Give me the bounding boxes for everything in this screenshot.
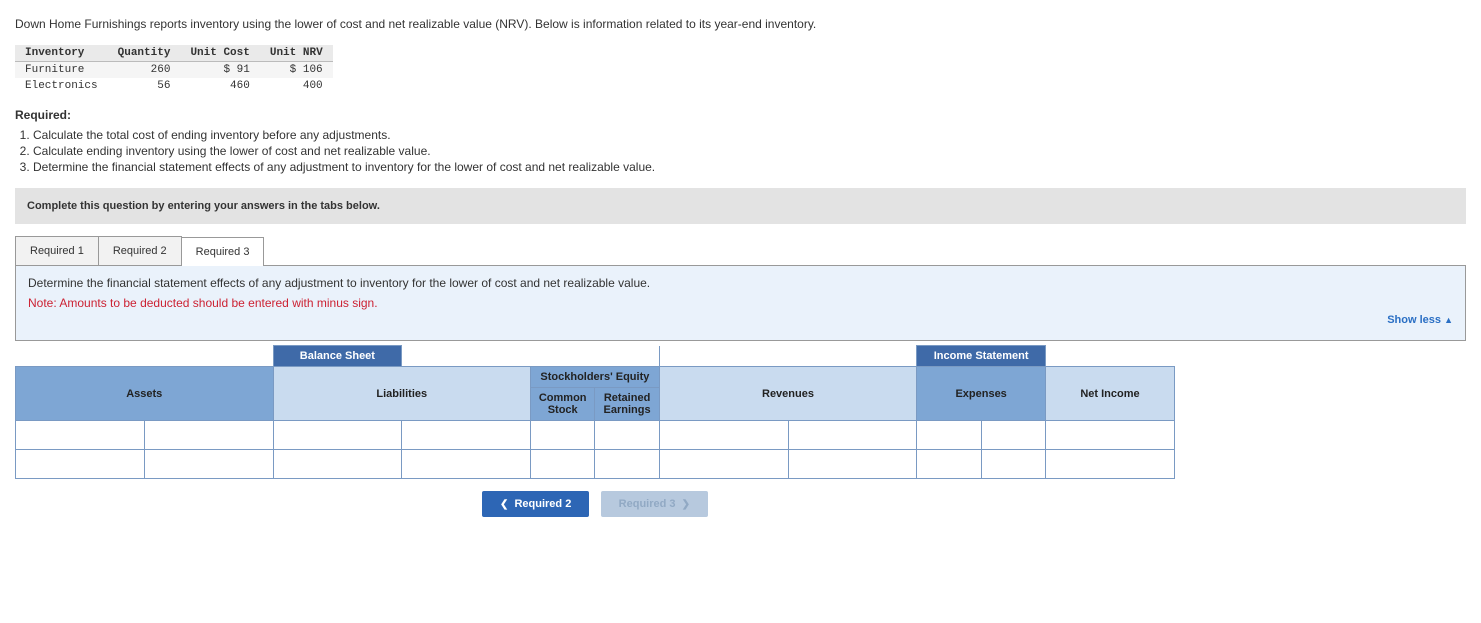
tab-required-2[interactable]: Required 2: [98, 236, 182, 265]
show-less-toggle[interactable]: Show less ▲: [28, 310, 1453, 330]
next-label: Required 3: [619, 498, 676, 510]
assets-amount-input[interactable]: [144, 421, 273, 450]
cell-cost: $ 91: [180, 62, 259, 79]
tab-required-3[interactable]: Required 3: [181, 237, 265, 266]
hdr-income-statement: Income Statement: [917, 346, 1046, 367]
requirements-list: Calculate the total cost of ending inven…: [33, 128, 1466, 174]
cell-qty: 56: [108, 78, 181, 94]
assets-desc-input[interactable]: [16, 421, 145, 450]
rev-amount-input[interactable]: [788, 421, 917, 450]
prev-label: Required 2: [514, 498, 571, 510]
cell-nrv: 400: [260, 78, 333, 94]
col-unit-nrv: Unit NRV: [260, 45, 333, 62]
required-label: Required:: [15, 108, 1466, 122]
common-stock-input[interactable]: [531, 450, 595, 479]
liab-amount-input[interactable]: [402, 450, 531, 479]
rev-amount-input[interactable]: [788, 450, 917, 479]
requirement-item: Calculate ending inventory using the low…: [33, 144, 1466, 158]
cell-nrv: $ 106: [260, 62, 333, 79]
hdr-revenues: Revenues: [659, 367, 917, 421]
cell-qty: 260: [108, 62, 181, 79]
net-income-input[interactable]: [1046, 421, 1175, 450]
hdr-expenses: Expenses: [917, 367, 1046, 421]
hdr-balance-sheet: Balance Sheet: [273, 346, 402, 367]
hdr-liabilities: Liabilities: [273, 367, 531, 421]
hdr-net-income: Net Income: [1046, 367, 1175, 421]
tab-required-1[interactable]: Required 1: [15, 236, 99, 265]
exp-amount-input[interactable]: [981, 450, 1045, 479]
exp-desc-input[interactable]: [917, 421, 981, 450]
table-row: Furniture 260 $ 91 $ 106: [15, 62, 333, 79]
tab-content: Determine the financial statement effect…: [15, 266, 1466, 341]
chevron-right-icon: ❯: [682, 499, 690, 510]
retained-earnings-input[interactable]: [595, 450, 659, 479]
inventory-data-table: Inventory Quantity Unit Cost Unit NRV Fu…: [15, 45, 333, 94]
cell-name: Electronics: [15, 78, 108, 94]
tab-note: Note: Amounts to be deducted should be e…: [28, 296, 1453, 310]
next-tab-button[interactable]: Required 3 ❯: [601, 491, 708, 517]
rev-desc-input[interactable]: [659, 450, 788, 479]
financial-statement-table: Balance Sheet Income Statement Assets Li…: [15, 345, 1175, 479]
exp-amount-input[interactable]: [981, 421, 1045, 450]
cell-name: Furniture: [15, 62, 108, 79]
caret-up-icon: ▲: [1444, 315, 1453, 325]
retained-earnings-input[interactable]: [595, 421, 659, 450]
hdr-retained-earnings: Retained Earnings: [595, 388, 659, 421]
requirement-item: Determine the financial statement effect…: [33, 160, 1466, 174]
hdr-assets: Assets: [16, 367, 274, 421]
common-stock-input[interactable]: [531, 421, 595, 450]
col-inventory: Inventory: [15, 45, 108, 62]
net-income-input[interactable]: [1046, 450, 1175, 479]
rev-desc-input[interactable]: [659, 421, 788, 450]
col-quantity: Quantity: [108, 45, 181, 62]
tab-description: Determine the financial statement effect…: [28, 276, 1453, 290]
liab-desc-input[interactable]: [273, 450, 402, 479]
show-less-label: Show less: [1387, 314, 1441, 326]
tab-row: Required 1 Required 2 Required 3: [15, 236, 1466, 266]
table-row: Electronics 56 460 400: [15, 78, 333, 94]
intro-text: Down Home Furnishings reports inventory …: [15, 15, 1466, 33]
assets-desc-input[interactable]: [16, 450, 145, 479]
exp-desc-input[interactable]: [917, 450, 981, 479]
instruction-bar: Complete this question by entering your …: [15, 188, 1466, 224]
hdr-common-stock: Common Stock: [531, 388, 595, 421]
chevron-left-icon: ❮: [500, 499, 508, 510]
col-unit-cost: Unit Cost: [180, 45, 259, 62]
prev-tab-button[interactable]: ❮ Required 2: [482, 491, 589, 517]
liab-desc-input[interactable]: [273, 421, 402, 450]
assets-amount-input[interactable]: [144, 450, 273, 479]
requirement-item: Calculate the total cost of ending inven…: [33, 128, 1466, 142]
liab-amount-input[interactable]: [402, 421, 531, 450]
hdr-stockholders-equity: Stockholders' Equity: [531, 367, 660, 388]
cell-cost: 460: [180, 78, 259, 94]
